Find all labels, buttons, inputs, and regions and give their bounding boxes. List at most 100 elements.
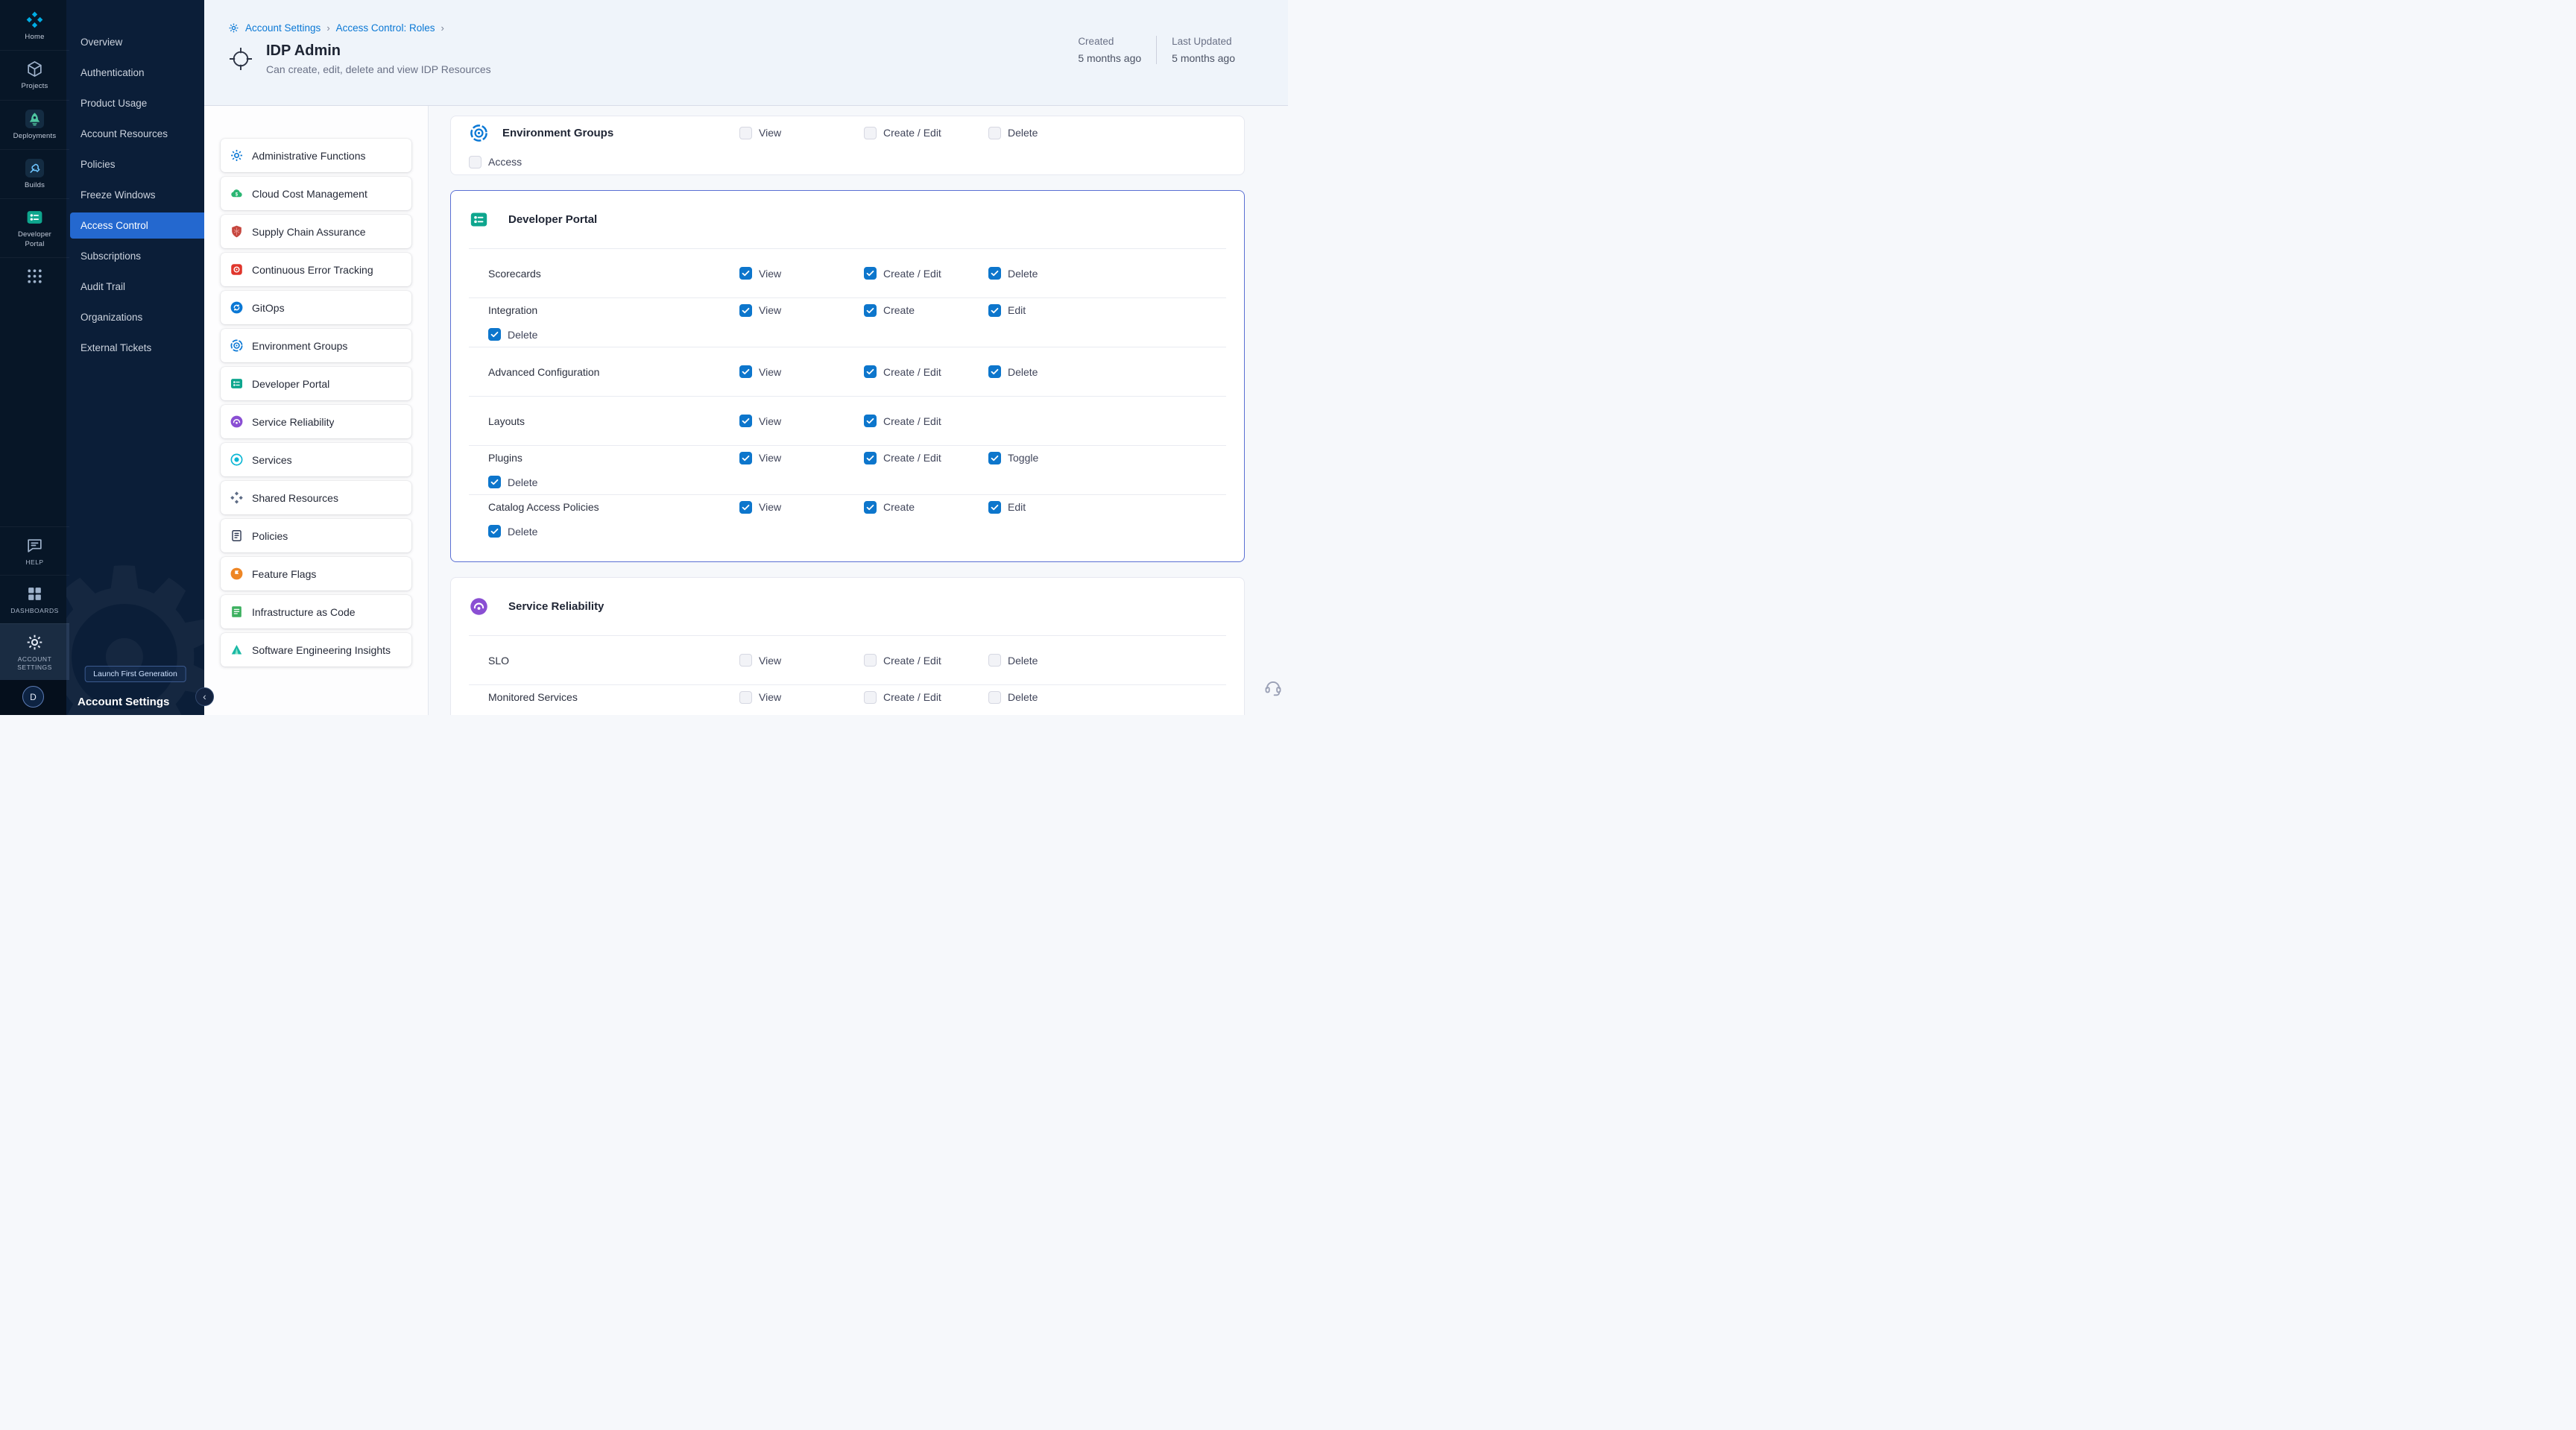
rail-item-builds[interactable]: Builds — [0, 149, 69, 198]
rail-bottom-group: HELPDASHBOARDSACCOUNT SETTINGS — [0, 526, 66, 680]
permission-create-edit: Create / Edit — [864, 452, 988, 464]
resource-supply-chain-assurance[interactable]: Supply Chain Assurance — [221, 215, 411, 248]
rail-item-account-settings[interactable]: ACCOUNT SETTINGS — [0, 623, 69, 680]
sidebar-item-policies[interactable]: Policies — [66, 149, 204, 180]
updated-label: Last Updated — [1172, 36, 1235, 47]
checkbox-delete[interactable] — [988, 691, 1001, 704]
resource-environment-groups[interactable]: Environment Groups — [221, 329, 411, 362]
breadcrumb-access-control-roles[interactable]: Access Control: Roles — [336, 22, 435, 34]
feature-flags-icon — [230, 567, 244, 581]
rail-item-developer-portal[interactable]: Developer Portal — [0, 198, 69, 257]
checkbox-create-edit[interactable] — [864, 415, 877, 427]
settings-sidebar: OverviewAuthenticationProduct UsageAccou… — [66, 0, 204, 715]
checkbox-delete[interactable] — [988, 127, 1001, 139]
checkbox-create[interactable] — [864, 304, 877, 317]
support-headset-button[interactable] — [1263, 678, 1283, 697]
permission-label: Delete — [1008, 366, 1038, 378]
checkbox-delete[interactable] — [488, 476, 501, 488]
resource-infrastructure-as-code[interactable]: Infrastructure as Code — [221, 595, 411, 629]
sidebar-item-overview[interactable]: Overview — [66, 27, 204, 57]
checkbox-view[interactable] — [739, 415, 752, 427]
checkbox-edit[interactable] — [988, 304, 1001, 317]
checkbox-create-edit[interactable] — [864, 452, 877, 464]
sidebar-item-subscriptions[interactable]: Subscriptions — [66, 241, 204, 271]
permission-label: Delete — [1008, 127, 1038, 139]
permission-row-monitored-services: Monitored ServicesViewCreate / EditDelet… — [469, 684, 1226, 715]
checkbox-create-edit[interactable] — [864, 365, 877, 378]
sidebar-item-account-resources[interactable]: Account Resources — [66, 119, 204, 149]
resource-category-panel: Administrative Functions $Cloud Cost Mana… — [204, 106, 429, 715]
checkbox-edit[interactable] — [988, 501, 1001, 514]
resource-services[interactable]: Services — [221, 443, 411, 476]
projects-icon — [25, 60, 44, 78]
permission-label: Create / Edit — [883, 452, 941, 464]
resource-row-name: Catalog Access Policies — [488, 501, 739, 513]
resource-policies[interactable]: Policies — [221, 519, 411, 552]
collapse-sidebar-button[interactable] — [195, 687, 214, 706]
checkbox-view[interactable] — [739, 654, 752, 667]
checkbox-view[interactable] — [739, 452, 752, 464]
rail-item-label: Developer Portal — [9, 230, 61, 249]
checkbox-delete[interactable] — [988, 365, 1001, 378]
checkbox-delete[interactable] — [988, 654, 1001, 667]
sidebar-item-audit-trail[interactable]: Audit Trail — [66, 271, 204, 302]
breadcrumb-account-settings[interactable]: Account Settings — [245, 22, 321, 34]
user-avatar[interactable]: D — [22, 686, 44, 708]
checkbox-create-edit[interactable] — [864, 267, 877, 280]
resource-feature-flags[interactable]: Feature Flags — [221, 557, 411, 590]
permission-label: Create — [883, 501, 915, 513]
rail-item-home[interactable]: Home — [0, 0, 69, 50]
checkbox-create-edit[interactable] — [864, 691, 877, 704]
sidebar-item-organizations[interactable]: Organizations — [66, 302, 204, 333]
rail-item-dashboards[interactable]: DASHBOARDS — [0, 575, 69, 623]
launch-first-generation-button[interactable]: Launch First Generation — [84, 666, 186, 682]
permission-section-environment-groups: Environment GroupsViewCreate / EditDelet… — [450, 116, 1245, 175]
settings-nav-list: OverviewAuthenticationProduct UsageAccou… — [66, 0, 204, 363]
permission-row-layouts: LayoutsViewCreate / Edit — [469, 396, 1226, 445]
rail-item-help[interactable]: HELP — [0, 526, 69, 575]
checkbox-delete[interactable] — [988, 267, 1001, 280]
resource-label: Services — [252, 454, 292, 466]
rail-item-projects[interactable]: Projects — [0, 50, 69, 99]
service-reliability-icon — [469, 596, 489, 617]
settings-gear-icon — [228, 22, 239, 34]
checkbox-view[interactable] — [739, 365, 752, 378]
module-picker-button[interactable] — [0, 257, 69, 294]
section-title: Developer Portal — [508, 213, 597, 226]
resource-service-reliability[interactable]: Service Reliability — [221, 405, 411, 438]
permission-toggle: Toggle — [988, 452, 1113, 464]
checkbox-delete[interactable] — [488, 525, 501, 538]
resource-software-engineering-insights[interactable]: Software Engineering Insights — [221, 633, 411, 667]
checkbox-view[interactable] — [739, 127, 752, 139]
resource-continuous-error-tracking[interactable]: Continuous Error Tracking — [221, 253, 411, 286]
checkbox-view[interactable] — [739, 501, 752, 514]
checkbox-delete[interactable] — [488, 328, 501, 341]
sidebar-item-freeze-windows[interactable]: Freeze Windows — [66, 180, 204, 210]
checkbox-view[interactable] — [739, 267, 752, 280]
checkbox-view[interactable] — [739, 691, 752, 704]
permission-delete: Delete — [488, 525, 739, 538]
checkbox-toggle[interactable] — [988, 452, 1001, 464]
resource-shared-resources[interactable]: Shared Resources — [221, 481, 411, 514]
permission-view: View — [739, 127, 864, 139]
permission-create: Create — [864, 501, 988, 514]
rail-item-label: Deployments — [9, 132, 61, 141]
resource-developer-portal[interactable]: Developer Portal — [221, 367, 411, 400]
sidebar-item-product-usage[interactable]: Product Usage — [66, 88, 204, 119]
permission-view: View — [739, 452, 864, 464]
permissions-area: Environment GroupsViewCreate / EditDelet… — [429, 106, 1288, 715]
rail-item-deployments[interactable]: Deployments — [0, 100, 69, 149]
resource-administrative-functions[interactable]: Administrative Functions — [221, 139, 411, 172]
resource-gitops[interactable]: GitOps — [221, 291, 411, 324]
checkbox-access[interactable] — [469, 156, 482, 168]
sidebar-item-access-control[interactable]: Access Control — [70, 212, 204, 239]
checkbox-view[interactable] — [739, 304, 752, 317]
checkbox-create[interactable] — [864, 501, 877, 514]
sidebar-item-external-tickets[interactable]: External Tickets — [66, 333, 204, 363]
permission-view: View — [739, 501, 864, 514]
section-rows: SLOViewCreate / EditDeleteMonitored Serv… — [469, 635, 1226, 715]
sidebar-item-authentication[interactable]: Authentication — [66, 57, 204, 88]
resource-cloud-cost-management[interactable]: $Cloud Cost Management — [221, 177, 411, 210]
checkbox-create-edit[interactable] — [864, 654, 877, 667]
checkbox-create-edit[interactable] — [864, 127, 877, 139]
